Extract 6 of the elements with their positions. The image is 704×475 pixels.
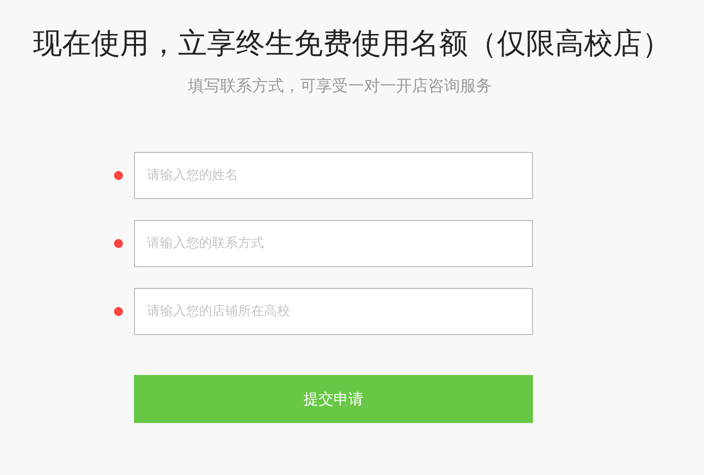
input-field[interactable]: 请输入您的姓名 — [134, 152, 533, 199]
input-field[interactable]: 请输入您的联系方式 — [134, 220, 533, 267]
input-field[interactable]: 请输入您的店铺所在高校 — [134, 288, 533, 335]
submit-button[interactable]: 提交申请 — [134, 375, 533, 423]
page-title: 现在使用，立享终生免费使用名额（仅限高校店） — [32, 27, 672, 62]
subtitle: 填写联系方式，可享受一对一开店咨询服务 — [187, 76, 493, 97]
